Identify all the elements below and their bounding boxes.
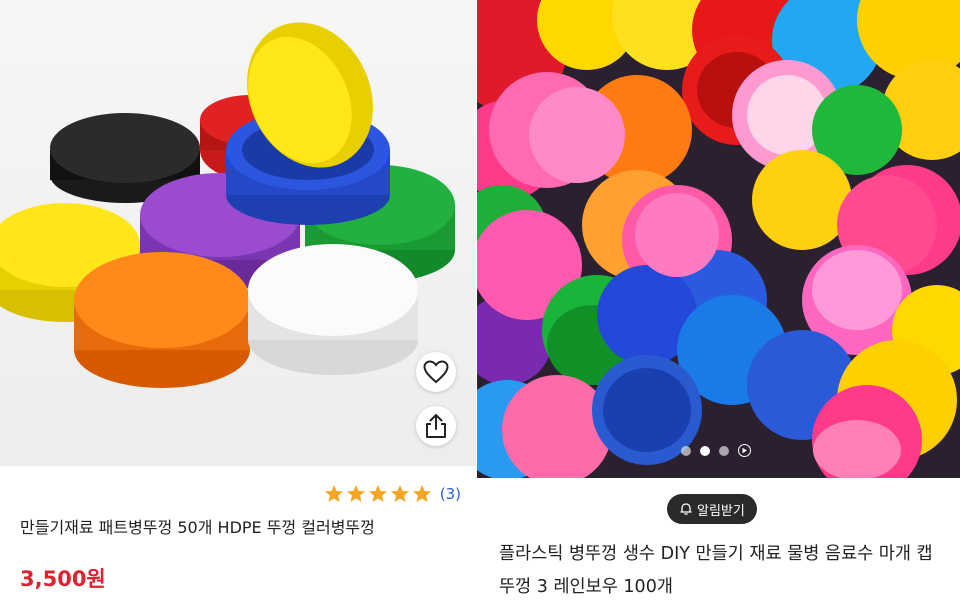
star-icon	[390, 485, 409, 502]
star-icon	[368, 485, 387, 502]
notify-label: 알림받기	[697, 503, 745, 519]
bell-plus-icon	[680, 503, 692, 515]
colorful-caps-illustration	[477, 0, 960, 478]
product-title[interactable]: 만들기재료 패트병뚜껑 50개 HDPE 뚜껑 컬러병뚜껑	[20, 514, 375, 538]
bottle-caps-illustration	[0, 0, 476, 466]
product-title[interactable]: 플라스틱 병뚜껑 생수 DIY 만들기 재료 물병 음료수 마개 캡 뚜껑 3 …	[499, 538, 949, 601]
carousel-indicator	[681, 444, 751, 457]
carousel-dot[interactable]	[719, 445, 729, 456]
star-icon	[346, 485, 365, 502]
video-play-icon[interactable]	[738, 444, 751, 457]
wishlist-button[interactable]	[416, 352, 456, 392]
rating-summary[interactable]: (3)	[324, 484, 461, 504]
share-button[interactable]	[416, 406, 456, 446]
heart-icon	[423, 360, 449, 384]
carousel-dot[interactable]	[681, 445, 691, 456]
star-icon	[324, 485, 343, 502]
star-icon	[412, 485, 431, 502]
product-price: 3,500원	[20, 567, 106, 591]
review-count[interactable]: (3)	[440, 485, 461, 503]
product-card-right[interactable]: 알림받기 플라스틱 병뚜껑 생수 DIY 만들기 재료 물병 음료수 마개 캡 …	[477, 0, 960, 601]
product-card-left[interactable]: (3) 만들기재료 패트병뚜껑 50개 HDPE 뚜껑 컬러병뚜껑 3,500원	[0, 0, 476, 601]
carousel-dot-active[interactable]	[700, 445, 710, 456]
product-image-right[interactable]	[477, 0, 960, 478]
share-icon	[426, 414, 446, 438]
product-image-left[interactable]	[0, 0, 476, 466]
notify-button[interactable]: 알림받기	[667, 494, 757, 524]
